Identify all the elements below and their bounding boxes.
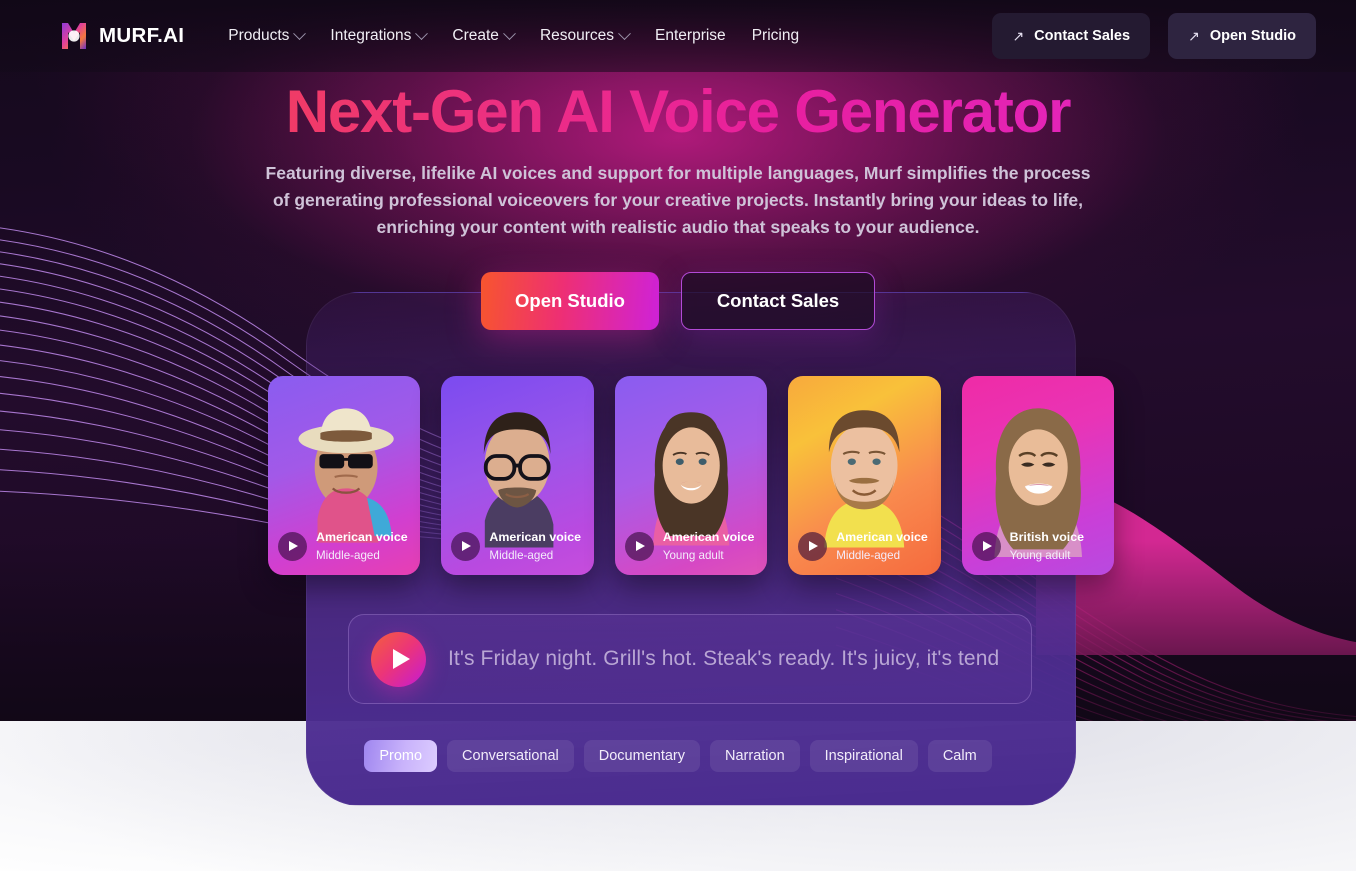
tab-narration[interactable]: Narration <box>710 740 800 772</box>
murf-logo-icon <box>60 21 88 51</box>
voice-accent-label: American voice <box>316 530 408 544</box>
card-meta: American voice Young adult <box>615 517 767 575</box>
nav-label: Integrations <box>330 27 412 44</box>
card-meta: American voice Middle-aged <box>788 517 940 575</box>
voice-age-label: Young adult <box>662 549 724 562</box>
script-text[interactable]: It's Friday night. Grill's hot. Steak's … <box>448 647 1009 671</box>
play-icon[interactable] <box>624 531 654 561</box>
play-icon[interactable] <box>798 531 828 561</box>
arrow-up-right-icon: ↗ <box>1012 28 1025 44</box>
nav-label: Products <box>228 27 290 44</box>
voice-card-list: American voice Middle-aged American voic… <box>268 376 1115 575</box>
chevron-down-icon <box>618 26 631 40</box>
brand-logo[interactable]: MURF.AI <box>60 21 184 51</box>
play-icon[interactable] <box>451 531 481 561</box>
voice-age-label: Young adult <box>1009 549 1071 562</box>
nav-item-integrations[interactable]: Integrations <box>330 26 429 45</box>
chevron-down-icon <box>293 26 307 40</box>
voice-card[interactable]: American voice Middle-aged <box>441 376 594 575</box>
card-meta: British voice Young adult <box>962 517 1114 575</box>
nav-item-create[interactable]: Create <box>452 26 516 45</box>
nav-label: Resources <box>539 27 615 44</box>
nav-item-enterprise[interactable]: Enterprise <box>655 27 726 45</box>
tab-documentary[interactable]: Documentary <box>583 740 700 772</box>
nav-contact-sales-button[interactable]: ↗ Contact Sales <box>992 13 1151 59</box>
voice-age-label: Middle-aged <box>489 549 554 562</box>
voice-card[interactable]: British voice Young adult <box>961 376 1115 575</box>
voice-age-label: Middle-aged <box>836 549 901 562</box>
card-meta: American voice Middle-aged <box>441 517 593 575</box>
top-navigation-bar: MURF.AI Products Integrations Create Res… <box>0 0 1356 72</box>
tab-promo[interactable]: Promo <box>364 740 438 772</box>
brand-name-text: MURF.AI <box>99 24 185 47</box>
tab-calm[interactable]: Calm <box>927 740 992 772</box>
card-meta: American voice Middle-aged <box>268 517 420 575</box>
play-icon[interactable] <box>971 531 1001 561</box>
nav-item-pricing[interactable]: Pricing <box>752 27 799 45</box>
page-root: MURF.AI Products Integrations Create Res… <box>0 0 1356 871</box>
nav-item-products[interactable]: Products <box>228 26 307 45</box>
primary-nav-links: Products Integrations Create Resources E… <box>228 26 799 45</box>
voice-card[interactable]: American voice Middle-aged <box>788 376 941 575</box>
voice-card[interactable]: American voice Middle-aged <box>268 376 421 575</box>
hero-cta-row: Open Studio Contact Sales <box>0 272 1356 330</box>
nav-open-studio-label: Open Studio <box>1209 28 1296 44</box>
nav-label: Create <box>452 27 499 44</box>
voice-accent-label: American voice <box>662 530 755 544</box>
chevron-down-icon <box>415 26 429 40</box>
nav-item-resources[interactable]: Resources <box>539 26 631 45</box>
voice-age-label: Middle-aged <box>316 549 380 562</box>
page-title: Next-Gen AI Voice Generator <box>0 80 1356 143</box>
arrow-up-right-icon: ↗ <box>1188 28 1200 44</box>
voice-accent-label: British voice <box>1009 530 1084 544</box>
play-triangle-icon <box>392 649 410 669</box>
nav-open-studio-button[interactable]: ↗ Open Studio <box>1168 13 1316 59</box>
voice-style-tabs: Promo Conversational Documentary Narrati… <box>0 740 1356 772</box>
tab-conversational[interactable]: Conversational <box>447 740 574 772</box>
open-studio-button[interactable]: Open Studio <box>481 272 659 330</box>
voice-accent-label: American voice <box>836 530 928 544</box>
script-player-bar[interactable]: It's Friday night. Grill's hot. Steak's … <box>348 614 1032 704</box>
voice-accent-label: American voice <box>489 530 582 544</box>
play-button-large[interactable] <box>371 631 426 687</box>
tab-inspirational[interactable]: Inspirational <box>809 740 918 772</box>
play-icon[interactable] <box>278 531 307 561</box>
nav-label: Pricing <box>751 27 800 44</box>
nav-label: Enterprise <box>655 27 726 44</box>
hero-subtitle: Featuring diverse, lifelike AI voices an… <box>265 163 1091 237</box>
voice-card[interactable]: American voice Young adult <box>614 376 768 575</box>
nav-actions: ↗ Contact Sales ↗ Open Studio <box>992 13 1316 59</box>
contact-sales-button[interactable]: Contact Sales <box>681 272 875 330</box>
chevron-down-icon <box>503 26 516 40</box>
nav-contact-sales-label: Contact Sales <box>1034 28 1131 44</box>
